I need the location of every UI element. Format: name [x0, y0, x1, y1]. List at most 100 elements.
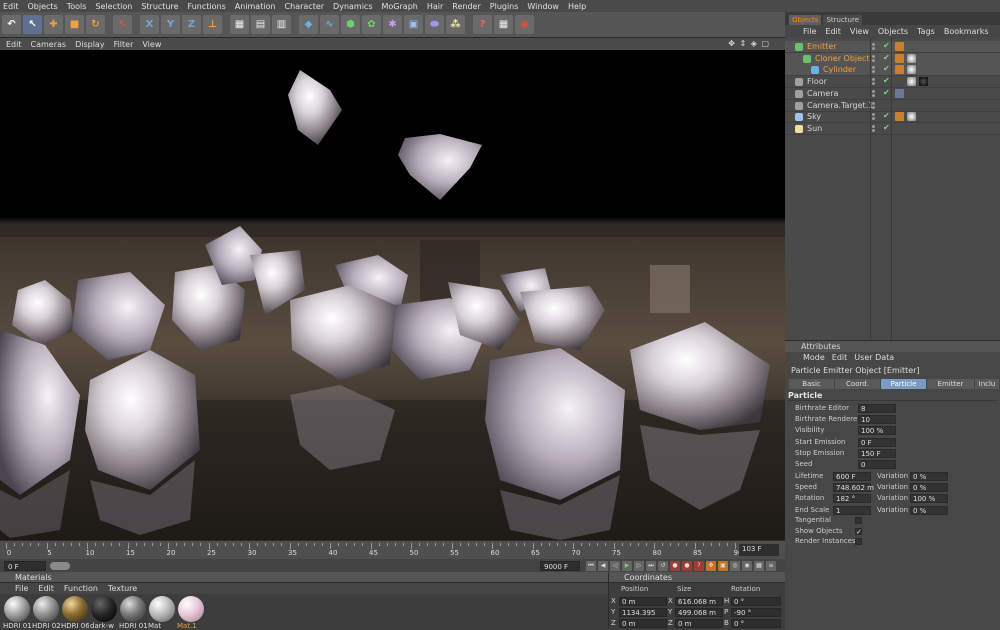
material-swatch[interactable]: HDRI 01: [119, 596, 147, 630]
nurbs-icon[interactable]: ⬢: [341, 15, 360, 34]
visibility-dots-icon[interactable]: [872, 89, 880, 98]
attributes-tab-particle[interactable]: Particle: [881, 379, 927, 389]
menu-item-mograph[interactable]: MoGraph: [382, 2, 418, 11]
keyframe-selection-icon[interactable]: ?: [694, 560, 704, 571]
material-swatch[interactable]: Mat: [148, 596, 176, 630]
materials-menu-file[interactable]: File: [15, 584, 28, 593]
attribute-value-field[interactable]: 182 °: [833, 494, 871, 504]
visibility-dots-icon[interactable]: [872, 43, 880, 51]
visibility-dots-icon[interactable]: [872, 66, 880, 74]
attribute-value-field[interactable]: 600 F: [833, 472, 871, 481]
object-row[interactable]: Camera ✔: [785, 88, 1000, 100]
enabled-check-icon[interactable]: ✔: [883, 76, 890, 85]
viewport-menu-display[interactable]: Display: [75, 40, 105, 49]
menu-item-structure[interactable]: Structure: [141, 2, 178, 11]
enabled-check-icon[interactable]: ✔: [883, 41, 890, 50]
key-position-icon[interactable]: ✥: [706, 560, 716, 571]
object-name[interactable]: Emitter: [807, 42, 837, 51]
variation-value-field[interactable]: 100 %: [910, 494, 948, 504]
viewport-menu-edit[interactable]: Edit: [6, 40, 22, 49]
x-axis-lock-icon[interactable]: X: [140, 15, 159, 34]
object-name[interactable]: Cylinder: [823, 65, 856, 74]
materials-menu-texture[interactable]: Texture: [108, 584, 137, 593]
deformer-icon[interactable]: ✱: [383, 15, 402, 34]
object-menu-view[interactable]: View: [850, 27, 869, 36]
visibility-dots-icon[interactable]: [872, 113, 880, 121]
material-preview-ball[interactable]: [120, 596, 146, 622]
coord-position-field[interactable]: 0 m: [619, 618, 667, 628]
object-tag-icon[interactable]: [895, 65, 904, 75]
menu-item-selection[interactable]: Selection: [95, 2, 132, 11]
max-frame-field[interactable]: 9000 F: [540, 560, 580, 571]
menu-item-functions[interactable]: Functions: [188, 2, 226, 11]
object-row[interactable]: Sky ✔: [785, 111, 1000, 124]
object-tag-icon[interactable]: [895, 42, 904, 51]
menu-item-help[interactable]: Help: [568, 2, 586, 11]
attributes-tab-basic[interactable]: Basic: [789, 379, 835, 389]
material-tag-icon[interactable]: [907, 65, 916, 75]
tab-structure[interactable]: Structure: [823, 15, 863, 25]
help-icon[interactable]: ?: [473, 15, 492, 34]
enabled-check-icon[interactable]: ✔: [883, 88, 890, 97]
prev-frame-icon[interactable]: ◁: [610, 560, 620, 571]
coordinate-system-icon[interactable]: ⊥: [203, 15, 222, 34]
enabled-check-icon[interactable]: ✔: [883, 53, 890, 62]
viewport-3d[interactable]: [0, 50, 785, 540]
key-scale-icon[interactable]: ▣: [718, 560, 728, 571]
material-preview-ball[interactable]: [149, 596, 175, 622]
object-menu-file[interactable]: File: [803, 27, 816, 36]
variation-value-field[interactable]: 0 %: [910, 483, 948, 493]
next-frame-icon[interactable]: ▷: [634, 560, 644, 571]
attributes-tab-emitter[interactable]: Emitter: [927, 379, 975, 389]
attribute-value-field[interactable]: 1: [833, 505, 871, 515]
object-row[interactable]: Emitter ✔: [785, 41, 1000, 53]
menu-item-animation[interactable]: Animation: [235, 2, 276, 11]
coord-rotation-field[interactable]: 0 °: [731, 596, 781, 606]
material-preview-ball[interactable]: [178, 596, 204, 622]
attributes-menu-edit[interactable]: Edit: [832, 353, 848, 362]
material-preview-ball[interactable]: [33, 596, 59, 622]
attribute-value-field[interactable]: 100 %: [858, 426, 896, 436]
goto-end-icon[interactable]: ⏭: [646, 560, 656, 571]
viewport-nav-controls[interactable]: ✥ ⇕ ◈ ▢: [728, 39, 770, 48]
material-swatch[interactable]: HDRI 01: [3, 596, 31, 630]
scale-tool-icon[interactable]: ■: [65, 15, 84, 34]
object-row[interactable]: Cloner Object ✔: [785, 52, 1000, 65]
select-tool-icon[interactable]: ↖: [23, 15, 42, 34]
enabled-check-icon[interactable]: ✔: [883, 64, 890, 73]
variation-value-field[interactable]: 0 %: [910, 505, 948, 515]
timeline-end-frame[interactable]: 103 F: [739, 544, 779, 556]
material-preview-ball[interactable]: [62, 596, 88, 622]
scene-icon[interactable]: ▣: [404, 15, 423, 34]
object-name[interactable]: Camera: [807, 89, 838, 98]
enabled-check-icon[interactable]: ✔: [883, 123, 890, 132]
material-tag-icon[interactable]: [907, 112, 916, 122]
light-icon[interactable]: ⁂: [446, 15, 465, 34]
z-axis-lock-icon[interactable]: Z: [182, 15, 201, 34]
render-view-icon[interactable]: ▦: [230, 15, 249, 34]
attributes-menu-mode[interactable]: Mode: [803, 353, 825, 362]
attribute-value-field[interactable]: 0: [858, 460, 896, 469]
menu-item-character[interactable]: Character: [285, 2, 325, 11]
material-tag-icon[interactable]: [907, 77, 916, 87]
key-pla-icon[interactable]: ▦: [754, 560, 764, 571]
attributes-tab-coord[interactable]: Coord.: [835, 379, 881, 389]
object-name[interactable]: Camera.Target.1: [807, 101, 873, 110]
object-menu-edit[interactable]: Edit: [825, 27, 841, 36]
object-menu-tags[interactable]: Tags: [917, 27, 935, 36]
live-select-icon[interactable]: ↖: [113, 15, 132, 34]
viewport-menu-cameras[interactable]: Cameras: [31, 40, 67, 49]
object-menu-objects[interactable]: Objects: [878, 27, 908, 36]
coord-size-field[interactable]: 0 m: [675, 618, 723, 628]
object-menu-bookmarks[interactable]: Bookmarks: [944, 27, 989, 36]
environment-icon[interactable]: ⬬: [425, 15, 444, 34]
layout-icon[interactable]: ▦: [494, 15, 513, 34]
enabled-check-icon[interactable]: ✔: [883, 111, 890, 120]
target-tag-icon[interactable]: [895, 88, 904, 98]
object-name[interactable]: Sun: [807, 124, 822, 133]
menu-item-render[interactable]: Render: [452, 2, 480, 11]
attribute-value-field[interactable]: 8: [858, 404, 896, 413]
render-settings-icon[interactable]: ▥: [272, 15, 291, 34]
stop-icon[interactable]: ◉: [515, 15, 534, 34]
coord-size-field[interactable]: 616.068 m: [675, 596, 723, 606]
